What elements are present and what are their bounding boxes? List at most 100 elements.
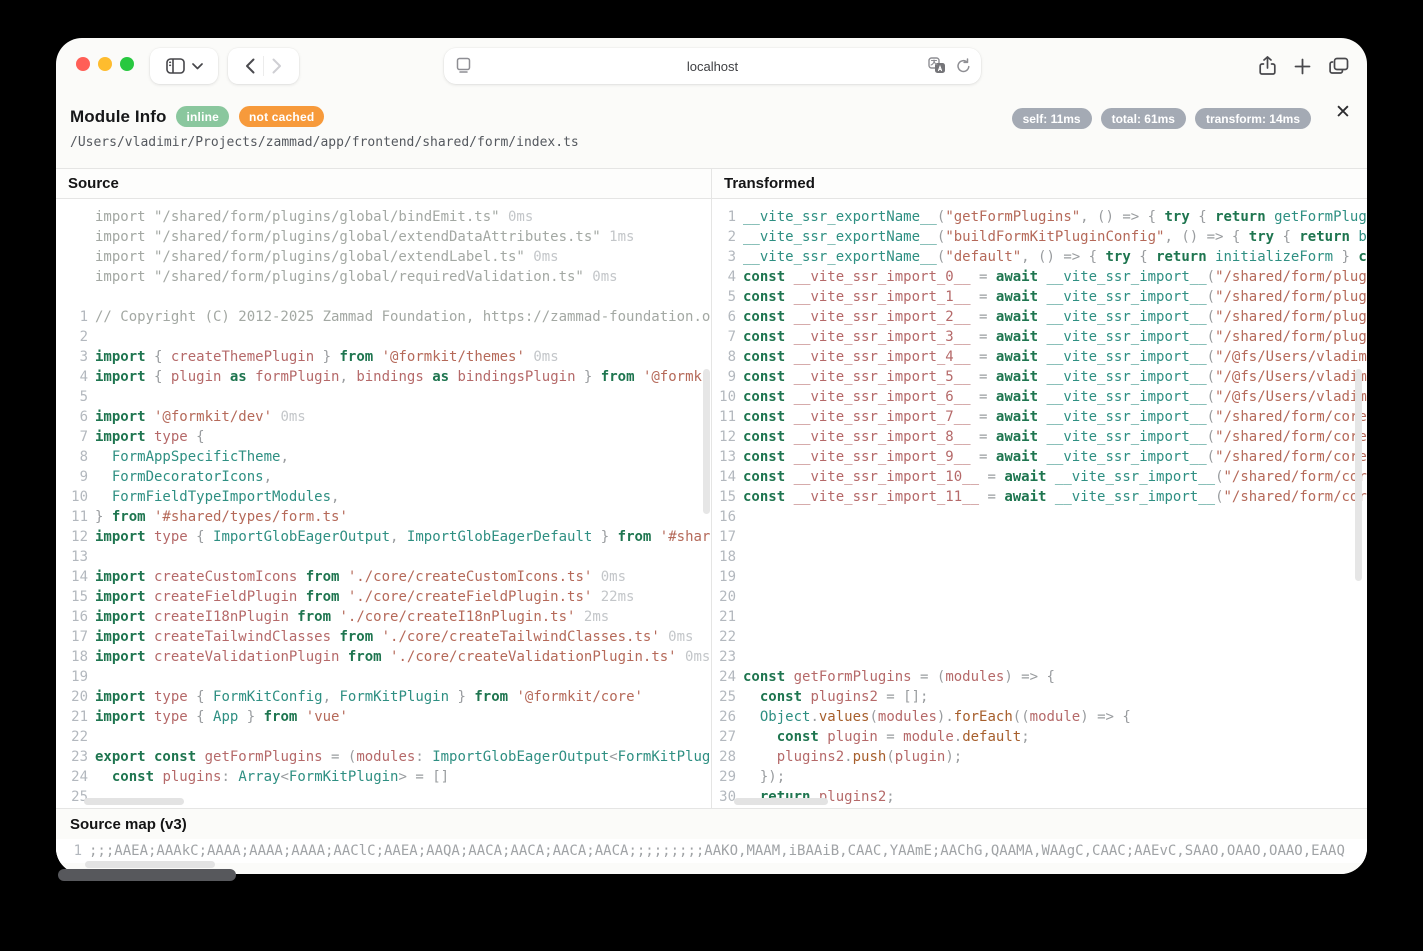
- code-line: 22: [712, 627, 1367, 647]
- code-text: // Copyright (C) 2012-2025 Zammad Founda…: [95, 307, 711, 327]
- code-text: [743, 527, 1367, 547]
- code-text: const __vite_ssr_import_9__ = await __vi…: [743, 447, 1367, 467]
- line-number: 6: [56, 407, 88, 427]
- code-text: import "/shared/form/plugins/global/exte…: [95, 247, 711, 267]
- line-number: 18: [712, 547, 736, 567]
- source-vertical-scrollbar[interactable]: [703, 369, 710, 514]
- code-text: const __vite_ssr_import_8__ = await __vi…: [743, 427, 1367, 447]
- code-line: 4import { plugin as formPlugin, bindings…: [56, 367, 711, 387]
- transformed-panel-title: Transformed: [712, 169, 1367, 199]
- line-number: 1: [712, 207, 736, 227]
- code-text: import '@formkit/dev' 0ms: [95, 407, 711, 427]
- url-text: localhost: [687, 59, 738, 74]
- code-text: const plugins: Array<FormKitPlugin> = []: [95, 767, 711, 787]
- code-text: import "/shared/form/plugins/global/requ…: [95, 267, 711, 287]
- code-line: 1// Copyright (C) 2012-2025 Zammad Found…: [56, 307, 711, 327]
- code-line: 13: [56, 547, 711, 567]
- line-number: 22: [56, 727, 88, 747]
- code-line: 15import createFieldPlugin from './core/…: [56, 587, 711, 607]
- code-line: 14const __vite_ssr_import_10__ = await _…: [712, 467, 1367, 487]
- line-number: 11: [712, 407, 736, 427]
- zoom-window-button[interactable]: [120, 57, 134, 71]
- code-text: [743, 567, 1367, 587]
- code-line: 26 Object.values(modules).forEach((modul…: [712, 707, 1367, 727]
- code-line: 15const __vite_ssr_import_11__ = await _…: [712, 487, 1367, 507]
- line-number: 15: [712, 487, 736, 507]
- line-number: 16: [712, 507, 736, 527]
- code-line: 2__vite_ssr_exportName__("buildFormKitPl…: [712, 227, 1367, 247]
- code-text: import type {: [95, 427, 711, 447]
- code-text: [95, 327, 711, 347]
- line-number: 19: [712, 567, 736, 587]
- code-line: 5: [56, 387, 711, 407]
- sourcemap-horizontal-scrollbar[interactable]: [85, 861, 215, 868]
- code-line: 20import type { FormKitConfig, FormKitPl…: [56, 687, 711, 707]
- code-text: [743, 607, 1367, 627]
- share-icon[interactable]: [1259, 56, 1276, 76]
- code-text: const __vite_ssr_import_0__ = await __vi…: [743, 267, 1367, 287]
- code-text: [95, 547, 711, 567]
- code-text: [95, 727, 711, 747]
- line-number: [56, 247, 88, 267]
- code-text: [743, 627, 1367, 647]
- close-panel-button[interactable]: ✕: [1333, 102, 1353, 122]
- line-number: 16: [56, 607, 88, 627]
- code-line: 7const __vite_ssr_import_3__ = await __v…: [712, 327, 1367, 347]
- code-line: 3import { createThemePlugin } from '@for…: [56, 347, 711, 367]
- sidebar-toggle[interactable]: [150, 48, 218, 84]
- nav-buttons: [228, 48, 299, 84]
- module-info-header: Module Info inline not cached self: 11ms…: [56, 90, 1367, 168]
- code-text: const getFormPlugins = (modules) => {: [743, 667, 1367, 687]
- browser-toolbar: localhost: [56, 38, 1367, 90]
- code-text: export const getFormPlugins = (modules: …: [95, 747, 711, 767]
- code-text: [743, 647, 1367, 667]
- code-line: 23: [712, 647, 1367, 667]
- code-line: 16import createI18nPlugin from './core/c…: [56, 607, 711, 627]
- source-horizontal-scrollbar[interactable]: [84, 798, 184, 805]
- code-line: 17import createTailwindClasses from './c…: [56, 627, 711, 647]
- code-panels: Source import "/shared/form/plugins/glob…: [56, 168, 1367, 808]
- module-file-path: /Users/vladimir/Projects/zammad/app/fron…: [70, 135, 1353, 150]
- code-line: 9const __vite_ssr_import_5__ = await __v…: [712, 367, 1367, 387]
- new-tab-icon[interactable]: [1294, 58, 1311, 75]
- code-line: 10const __vite_ssr_import_6__ = await __…: [712, 387, 1367, 407]
- code-text: [95, 667, 711, 687]
- page-horizontal-scrollbar[interactable]: [58, 869, 236, 881]
- transformed-horizontal-scrollbar[interactable]: [734, 798, 828, 805]
- code-line: 19: [712, 567, 1367, 587]
- code-text: });: [743, 767, 1367, 787]
- tab-overview-icon[interactable]: [1329, 57, 1349, 75]
- line-number: 6: [712, 307, 736, 327]
- line-number: 19: [56, 667, 88, 687]
- line-number: 14: [712, 467, 736, 487]
- code-line: 20: [712, 587, 1367, 607]
- minimize-window-button[interactable]: [98, 57, 112, 71]
- code-text: [743, 547, 1367, 567]
- code-text: const __vite_ssr_import_1__ = await __vi…: [743, 287, 1367, 307]
- code-line: 25 const plugins2 = [];: [712, 687, 1367, 707]
- page-settings-icon[interactable]: [456, 57, 471, 74]
- back-button[interactable]: [245, 58, 255, 74]
- translate-icon[interactable]: [928, 57, 946, 74]
- line-number: 18: [56, 647, 88, 667]
- code-line: 11 const __vite_ssr_import_7__ = await __…: [712, 407, 1367, 427]
- transformed-vertical-scrollbar[interactable]: [1355, 369, 1362, 581]
- line-number: 26: [712, 707, 736, 727]
- code-line: 11} from '#shared/types/form.ts': [56, 507, 711, 527]
- code-line: import "/shared/form/plugins/global/exte…: [56, 247, 711, 267]
- code-line: 14import createCustomIcons from './core/…: [56, 567, 711, 587]
- line-number: 3: [56, 347, 88, 367]
- code-text: const __vite_ssr_import_7__ = await __vi…: [743, 407, 1367, 427]
- code-line: 6const __vite_ssr_import_2__ = await __v…: [712, 307, 1367, 327]
- code-line: import "/shared/form/plugins/global/requ…: [56, 267, 711, 287]
- address-bar[interactable]: localhost: [444, 48, 981, 84]
- code-text: [95, 387, 711, 407]
- forward-button[interactable]: [272, 58, 282, 74]
- close-window-button[interactable]: [76, 57, 90, 71]
- code-line: 4const __vite_ssr_import_0__ = await __v…: [712, 267, 1367, 287]
- code-line: 8const __vite_ssr_import_4__ = await __v…: [712, 347, 1367, 367]
- code-text: } from '#shared/types/form.ts': [95, 507, 711, 527]
- code-line: import "/shared/form/plugins/global/exte…: [56, 227, 711, 247]
- line-number: 4: [56, 367, 88, 387]
- reload-icon[interactable]: [956, 58, 971, 74]
